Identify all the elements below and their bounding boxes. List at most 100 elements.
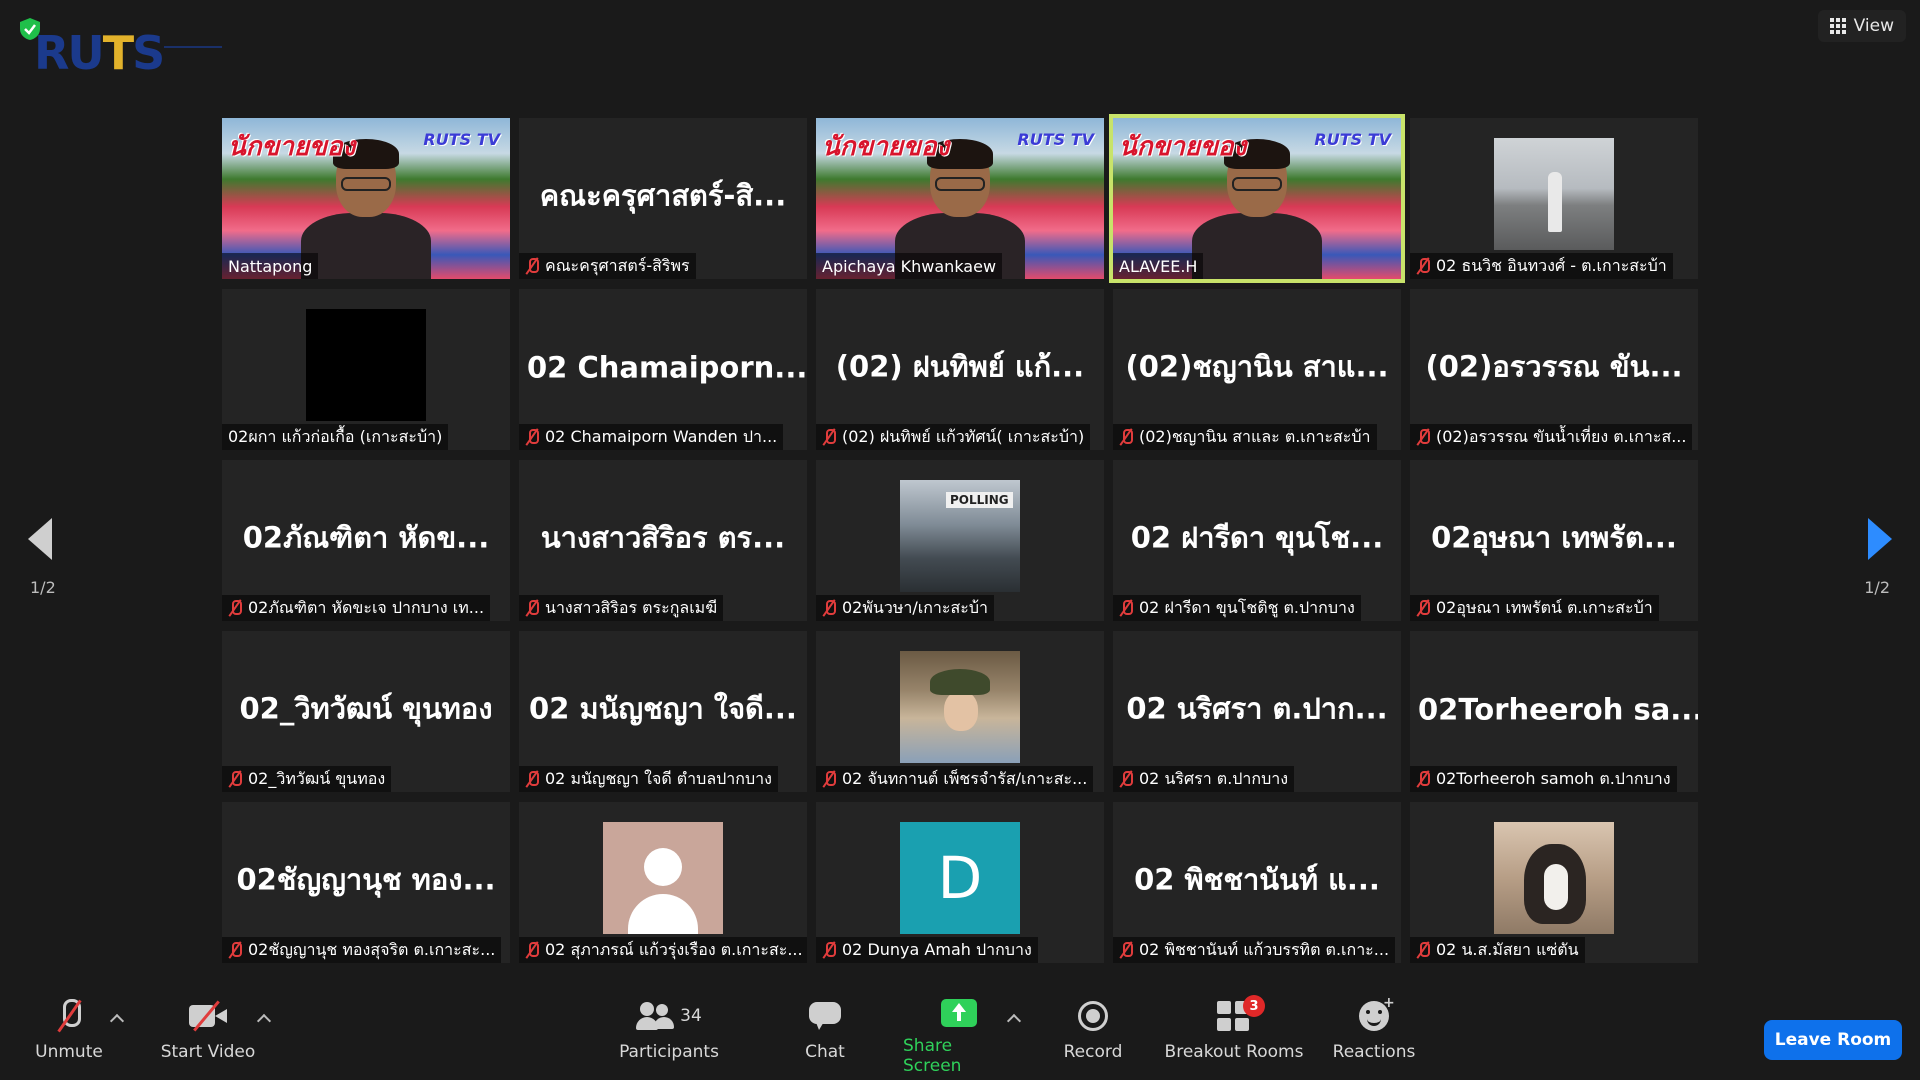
logo-subtitle-line xyxy=(164,46,222,66)
participant-name: Apichaya Khwankaew xyxy=(822,256,997,276)
leave-room-button[interactable]: Leave Room xyxy=(1764,1020,1902,1060)
video-banner-text: นักขายของ xyxy=(822,132,950,162)
participant-name-label: 02พันวษา/เกาะสะบ้า xyxy=(816,595,994,621)
participant-display-name: 02 มนัญชญา ใจดี... xyxy=(529,690,797,725)
participant-tile[interactable]: 02 สุภาภรณ์ แก้วรุ่งเรือง ต.เกาะสะ... xyxy=(519,802,807,963)
page-indicator-left: 1/2 xyxy=(30,578,56,597)
chat-button[interactable]: Chat xyxy=(800,996,850,1076)
participant-name: 02 พิชชานันท์ แก้วบรรทิต ต.เกาะ... xyxy=(1139,939,1390,959)
participants-button[interactable]: 34 Participants xyxy=(615,996,723,1076)
view-button[interactable]: View xyxy=(1817,10,1906,42)
participant-name: 02 Dunya Amah ปากบาง xyxy=(842,939,1032,959)
participant-name: ALAVEE.H xyxy=(1119,256,1198,276)
participant-tile[interactable]: 02ผกา แก้วก่อเกื้อ (เกาะสะบ้า) xyxy=(222,289,510,450)
participant-name: 02 ฝารีดา ขุนโชติชู ต.ปากบาง xyxy=(1139,597,1355,617)
muted-mic-icon xyxy=(1416,941,1430,959)
muted-mic-icon xyxy=(822,428,836,446)
camera-off-icon xyxy=(189,1003,227,1029)
participant-tile[interactable]: 02 นริศรา ต.ปาก... 02 นริศรา ต.ปากบาง xyxy=(1113,631,1401,792)
participant-tile[interactable]: 02Torheeroh sa... 02Torheeroh samoh ต.ปาก… xyxy=(1410,631,1698,792)
participant-tile[interactable]: 02 Chamaiporn... 02 Chamaiporn Wanden ปา.… xyxy=(519,289,807,450)
participant-name-label: 02 จันทกานต์ เพ็ชรจำรัส/เกาะสะ... xyxy=(816,766,1094,792)
start-video-button[interactable]: Start Video xyxy=(158,996,258,1076)
participant-name: 02 สุภาภรณ์ แก้วรุ่งเรือง ต.เกาะสะ... xyxy=(545,939,803,959)
muted-mic-icon xyxy=(1119,941,1133,959)
participant-name-label: (02) ฝนทิพย์ แก้วทัศน์( เกาะสะบ้า) xyxy=(816,424,1091,450)
participant-name: Nattapong xyxy=(228,256,313,276)
participant-tile[interactable]: 02อุษณา เทพรัต... 02อุษณา เทพรัตน์ ต.เกาะ… xyxy=(1410,460,1698,621)
participant-name-label: 02 น.ส.มัสยา แซ่ตัน xyxy=(1410,937,1585,963)
muted-mic-icon xyxy=(525,941,539,959)
participant-name: 02 มนัญชญา ใจดี ตำบลปากบาง xyxy=(545,768,772,788)
unmute-button[interactable]: Unmute xyxy=(28,996,110,1076)
participant-name-label: (02)ชญานิน สาและ ต.เกาะสะบ้า xyxy=(1113,424,1377,450)
participant-tile[interactable]: 02 พิชชานันท์ แ... 02 พิชชานันท์ แก้วบรรท… xyxy=(1113,802,1401,963)
participant-name-label: (02)อรวรรณ ขันน้ำเที่ยง ต.เกาะส... xyxy=(1410,424,1693,450)
participant-tile[interactable]: 02 ธนวิช อินทวงศ์ - ต.เกาะสะบ้า xyxy=(1410,118,1698,279)
participant-name: 02พันวษา/เกาะสะบ้า xyxy=(842,597,988,617)
participants-label: Participants xyxy=(619,1042,719,1062)
participant-name-label: 02_วิทวัฒน์ ขุนทอง xyxy=(222,766,392,792)
audio-options-caret-icon[interactable] xyxy=(109,1013,125,1029)
muted-mic-icon xyxy=(1416,770,1430,788)
participant-tile[interactable]: นักขายของ RUTS TV ALAVEE.H xyxy=(1109,114,1405,283)
video-banner-tag: RUTS TV xyxy=(1314,130,1391,149)
muted-mic-icon xyxy=(1416,599,1430,617)
profile-photo xyxy=(900,651,1020,763)
record-button[interactable]: Record xyxy=(1060,996,1126,1076)
participant-name: (02) ฝนทิพย์ แก้วทัศน์( เกาะสะบ้า) xyxy=(842,426,1085,446)
video-options-caret-icon[interactable] xyxy=(256,1013,272,1029)
breakout-rooms-button[interactable]: 3 Breakout Rooms xyxy=(1163,995,1305,1076)
page-indicator-right: 1/2 xyxy=(1864,578,1890,597)
profile-photo xyxy=(1494,138,1614,250)
participant-tile[interactable]: 02ชัญญานุช ทอง... 02ชัญญานุช ทองสุจริต ต.… xyxy=(222,802,510,963)
share-screen-label: Share Screen xyxy=(903,1036,962,1076)
participant-tile[interactable]: 02 น.ส.มัสยา แซ่ตัน xyxy=(1410,802,1698,963)
participant-display-name: (02)ชญานิน สาแ... xyxy=(1125,348,1389,383)
profile-photo xyxy=(306,309,426,421)
participant-tile[interactable]: 02_วิทวัฒน์ ขุนทอง 02_วิทวัฒน์ ขุนทอง xyxy=(222,631,510,792)
video-banner-tag: RUTS TV xyxy=(1017,130,1094,149)
default-avatar-icon xyxy=(603,822,723,934)
participant-name: (02)ชญานิน สาและ ต.เกาะสะบ้า xyxy=(1139,426,1371,446)
next-page-arrow-icon[interactable] xyxy=(1868,518,1892,560)
participants-count: 34 xyxy=(680,1006,702,1026)
muted-mic-icon xyxy=(525,257,539,275)
participant-display-name: 02_วิทวัฒน์ ขุนทอง xyxy=(239,690,493,725)
participant-tile[interactable]: 02ภัณฑิตา หัดข... 02ภัณฑิตา หัดขะเจ ปากบา… xyxy=(222,460,510,621)
breakout-rooms-label: Breakout Rooms xyxy=(1164,1042,1304,1062)
participant-tile[interactable]: 02 มนัญชญา ใจดี... 02 มนัญชญา ใจดี ตำบลปา… xyxy=(519,631,807,792)
participant-tile[interactable]: (02)อรวรรณ ขัน... (02)อรวรรณ ขันน้ำเที่ยง… xyxy=(1410,289,1698,450)
participant-name: 02 จันทกานต์ เพ็ชรจำรัส/เกาะสะ... xyxy=(842,768,1088,788)
participant-name: คณะครุศาสตร์-สิริพร xyxy=(545,255,690,275)
breakout-rooms-icon: 3 xyxy=(1217,995,1265,1031)
participant-display-name: 02ชัญญานุช ทอง... xyxy=(236,861,496,896)
share-screen-button[interactable]: Share Screen xyxy=(903,996,1015,1076)
grid-icon xyxy=(1829,18,1846,34)
letter-avatar: D xyxy=(900,822,1020,934)
participant-tile[interactable]: (02) ฝนทิพย์ แก้... (02) ฝนทิพย์ แก้วทัศน… xyxy=(816,289,1104,450)
participant-display-name: (02)อรวรรณ ขัน... xyxy=(1425,348,1683,383)
muted-mic-icon xyxy=(822,770,836,788)
participant-tile[interactable]: นักขายของ RUTS TV Nattapong xyxy=(222,118,510,279)
reactions-button[interactable]: + Reactions xyxy=(1332,995,1416,1076)
participant-tile[interactable]: D 02 Dunya Amah ปากบาง xyxy=(816,802,1104,963)
participant-name: (02)อรวรรณ ขันน้ำเที่ยง ต.เกาะส... xyxy=(1436,426,1687,446)
participant-name: นางสาวสิริอร ตระกูลเมฆี xyxy=(545,597,718,617)
participant-tile[interactable]: (02)ชญานิน สาแ... (02)ชญานิน สาและ ต.เกาะ… xyxy=(1113,289,1401,450)
participant-name: 02 ธนวิช อินทวงศ์ - ต.เกาะสะบ้า xyxy=(1436,255,1667,275)
participant-tile[interactable]: คณะครุศาสตร์-สิ... คณะครุศาสตร์-สิริพร xyxy=(519,118,807,279)
participant-tile[interactable]: 02 ฝารีดา ขุนโช... 02 ฝารีดา ขุนโชติชู ต.… xyxy=(1113,460,1401,621)
video-banner-text: นักขายของ xyxy=(228,132,356,162)
participant-name: 02ผกา แก้วก่อเกื้อ (เกาะสะบ้า) xyxy=(228,426,443,446)
participant-tile[interactable]: นางสาวสิริอร ตร... นางสาวสิริอร ตระกูลเมฆ… xyxy=(519,460,807,621)
record-label: Record xyxy=(1063,1042,1123,1062)
participant-tile[interactable]: นักขายของ RUTS TV Apichaya Khwankaew xyxy=(816,118,1104,279)
participant-name-label: 02 นริศรา ต.ปากบาง xyxy=(1113,766,1295,792)
muted-mic-icon xyxy=(1416,428,1430,446)
participant-tile[interactable]: POLLING 02พันวษา/เกาะสะบ้า xyxy=(816,460,1104,621)
prev-page-arrow-icon[interactable] xyxy=(28,518,52,560)
participant-name-label: 02ผกา แก้วก่อเกื้อ (เกาะสะบ้า) xyxy=(222,424,449,450)
participant-display-name: (02) ฝนทิพย์ แก้... xyxy=(835,348,1085,383)
participant-tile[interactable]: 02 จันทกานต์ เพ็ชรจำรัส/เกาะสะ... xyxy=(816,631,1104,792)
